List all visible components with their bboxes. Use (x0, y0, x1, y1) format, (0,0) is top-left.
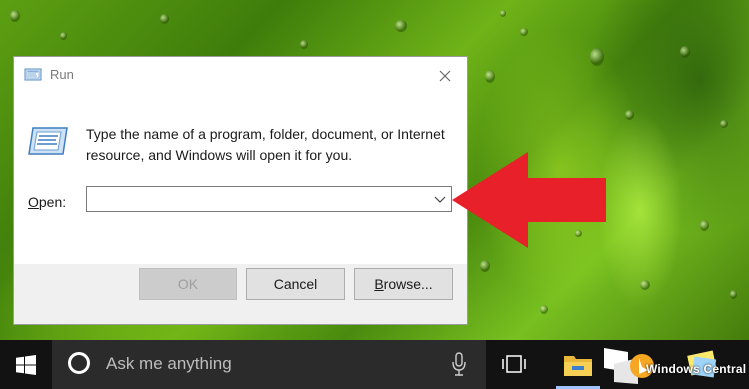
wallpaper-drop (395, 20, 407, 32)
wallpaper-drop (730, 290, 737, 299)
ok-button[interactable]: OK (139, 268, 237, 300)
wallpaper-drop (720, 120, 728, 128)
browse-access-key: B (374, 276, 384, 292)
chevron-down-icon[interactable] (433, 191, 447, 207)
wallpaper-drop (485, 70, 495, 83)
cortana-icon[interactable] (68, 352, 90, 374)
wallpaper-drop (590, 48, 604, 66)
wallpaper-drop (10, 10, 20, 22)
taskbar: Ask me anything (0, 340, 749, 389)
open-label-text: pen: (38, 194, 67, 210)
search-box[interactable]: Ask me anything (52, 340, 486, 389)
dialog-title: Run (50, 67, 74, 82)
microphone-icon[interactable] (452, 352, 466, 376)
browse-button[interactable]: Browse... (354, 268, 453, 300)
browse-label: rowse... (383, 276, 433, 292)
wallpaper-drop (540, 305, 548, 314)
start-button[interactable] (0, 340, 52, 389)
wallpaper-drop (500, 10, 506, 17)
wallpaper-drop (700, 220, 709, 231)
dialog-description: Type the name of a program, folder, docu… (86, 126, 445, 163)
wallpaper-drop (300, 40, 308, 49)
red-arrow (452, 152, 606, 248)
run-icon (24, 68, 42, 81)
wallpaper-drop (640, 280, 650, 290)
desktop: Run Type the name of a program, folder, … (0, 0, 749, 389)
task-view-icon[interactable] (501, 352, 527, 376)
search-placeholder: Ask me anything (106, 354, 232, 373)
run-dialog: Run Type the name of a program, folder, … (13, 56, 468, 325)
wallpaper-drop (680, 46, 690, 58)
close-icon (439, 70, 451, 81)
wallpaper-drop (160, 14, 169, 24)
wallpaper-drop (60, 32, 67, 40)
windows-start-icon (16, 354, 36, 375)
open-combobox[interactable] (86, 186, 452, 212)
watermark-text: Windows Central (646, 362, 747, 376)
open-label: Open: (28, 194, 66, 210)
wallpaper-drop (520, 28, 528, 36)
open-label-access-key: O (28, 194, 39, 210)
close-button[interactable] (423, 57, 467, 94)
wallpaper-drop (625, 110, 634, 120)
cancel-button[interactable]: Cancel (246, 268, 345, 300)
wallpaper-drop (480, 260, 490, 272)
title-bar[interactable]: Run (14, 57, 467, 94)
run-icon (28, 127, 68, 155)
file-explorer-icon[interactable] (563, 350, 593, 378)
dialog-body: Type the name of a program, folder, docu… (14, 94, 467, 264)
open-input[interactable] (87, 187, 435, 211)
